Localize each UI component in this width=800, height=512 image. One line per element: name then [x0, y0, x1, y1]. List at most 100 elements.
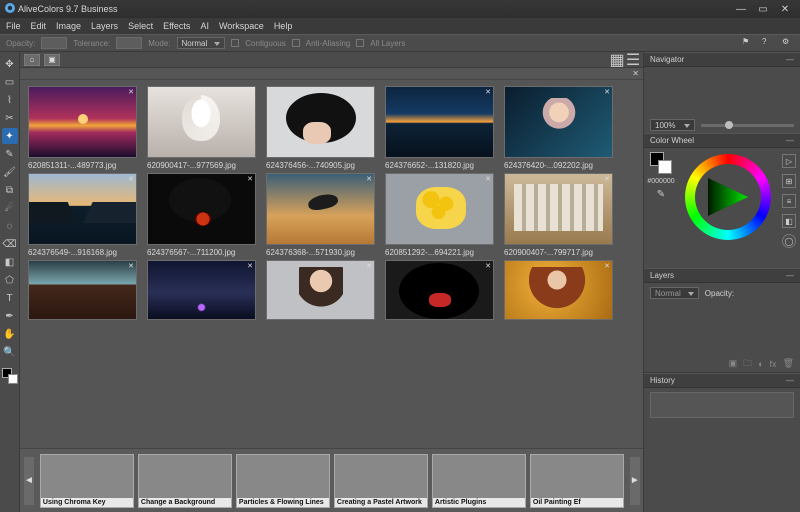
thumb-close-icon[interactable]: ✕ — [604, 175, 610, 183]
color-swatch[interactable] — [2, 368, 18, 384]
tolerance-field[interactable] — [116, 37, 142, 49]
history-header[interactable]: History— — [644, 373, 800, 388]
thumbnail[interactable]: ✕624376420-...092202.jpg — [504, 86, 613, 171]
thumbnail[interactable]: ✕624376549-...916168.jpg — [28, 173, 137, 258]
menu-file[interactable]: File — [6, 21, 21, 31]
tutorial-card[interactable]: Artistic Plugins — [432, 454, 526, 508]
cw-mode-2[interactable]: ⊞ — [782, 174, 796, 188]
cw-mode-1[interactable]: ▷ — [782, 154, 796, 168]
panel-collapse-icon[interactable]: — — [786, 376, 794, 385]
menu-layers[interactable]: Layers — [91, 21, 118, 31]
thumbnail[interactable]: ✕624376368-...571930.jpg — [266, 173, 375, 258]
cw-swatch[interactable] — [650, 152, 672, 174]
layer-folder-icon[interactable]: 🗀 — [743, 356, 752, 372]
thumbnail[interactable]: ✕624376456-...740905.jpg — [266, 86, 375, 171]
tool-selection[interactable]: ▭ — [2, 74, 18, 90]
zoom-dropdown[interactable]: 100% — [650, 119, 695, 131]
opacity-field[interactable] — [41, 37, 67, 49]
thumbnail[interactable]: ✕620851311-...489773.jpg — [28, 86, 137, 171]
tutorial-card[interactable]: Change a Background — [138, 454, 232, 508]
panel-collapse-icon[interactable]: — — [786, 271, 794, 280]
layer-mask-icon[interactable]: ◐ — [758, 359, 763, 369]
menu-ai[interactable]: AI — [200, 21, 209, 31]
blend-mode-dropdown[interactable]: Normal — [650, 287, 699, 299]
grid-view-icon[interactable]: ▦ — [611, 54, 623, 66]
tool-magic-wand[interactable]: ✦ — [2, 128, 18, 144]
menu-select[interactable]: Select — [128, 21, 153, 31]
thumbnail[interactable]: ✕620900407-...799717.jpg — [504, 173, 613, 258]
tool-pen[interactable]: ✒ — [2, 308, 18, 324]
strip-next-button[interactable]: ► — [630, 457, 640, 505]
tool-shape[interactable]: ⬠ — [2, 272, 18, 288]
tool-gradient[interactable]: ◧ — [2, 254, 18, 270]
thumb-close-icon[interactable]: ✕ — [604, 262, 610, 270]
thumbnail[interactable]: ✕624376652-...131820.jpg — [385, 86, 494, 171]
close-button[interactable]: ✕ — [774, 4, 796, 15]
tutorial-card[interactable]: Using Chroma Key — [40, 454, 134, 508]
thumb-close-icon[interactable]: ✕ — [366, 88, 372, 96]
layer-new-icon[interactable]: ▣ — [729, 358, 738, 369]
thumbnail[interactable]: ✕ — [28, 260, 137, 320]
thumb-close-icon[interactable]: ✕ — [128, 88, 134, 96]
tool-clone[interactable]: ⧉ — [2, 182, 18, 198]
thumb-close-icon[interactable]: ✕ — [247, 88, 253, 96]
thumb-close-icon[interactable]: ✕ — [247, 175, 253, 183]
menu-help[interactable]: Help — [274, 21, 293, 31]
menu-edit[interactable]: Edit — [31, 21, 47, 31]
thumbnail[interactable]: ✕ — [504, 260, 613, 320]
color-wheel[interactable] — [685, 154, 771, 240]
eyedropper-icon[interactable]: ✎ — [657, 189, 665, 200]
tool-text[interactable]: T — [2, 290, 18, 306]
antialias-checkbox[interactable] — [292, 39, 300, 47]
thumb-close-icon[interactable]: ✕ — [366, 262, 372, 270]
cw-mode-3[interactable]: ≡ — [782, 194, 796, 208]
layers-header[interactable]: Layers— — [644, 268, 800, 283]
layer-fx-icon[interactable]: fx — [770, 359, 777, 369]
tool-blur[interactable]: ◌ — [2, 218, 18, 234]
tutorial-card[interactable]: Oil Painting Ef — [530, 454, 624, 508]
tutorial-card[interactable]: Particles & Flowing Lines — [236, 454, 330, 508]
list-view-icon[interactable]: ☰ — [627, 54, 639, 66]
alllayers-checkbox[interactable] — [356, 39, 364, 47]
panel-collapse-icon[interactable]: — — [786, 55, 794, 64]
contiguous-checkbox[interactable] — [231, 39, 239, 47]
tool-zoom[interactable]: 🔍 — [2, 344, 18, 360]
thumbnail[interactable]: ✕620900417-...977569.jpg — [147, 86, 256, 171]
tab-new[interactable]: ▣ — [44, 54, 60, 66]
thumb-close-icon[interactable]: ✕ — [485, 262, 491, 270]
cw-background[interactable] — [658, 160, 672, 174]
tab-home[interactable]: ⌂ — [24, 54, 40, 66]
tool-eraser[interactable]: ⌫ — [2, 236, 18, 252]
menu-effects[interactable]: Effects — [163, 21, 190, 31]
tool-brush[interactable]: 🖌 — [2, 164, 18, 180]
thumb-close-icon[interactable]: ✕ — [128, 175, 134, 183]
cw-mode-4[interactable]: ◧ — [782, 214, 796, 228]
thumbnail[interactable]: ✕ — [266, 260, 375, 320]
thumb-close-icon[interactable]: ✕ — [604, 88, 610, 96]
panel-collapse-icon[interactable]: — — [786, 136, 794, 145]
thumb-close-icon[interactable]: ✕ — [128, 262, 134, 270]
settings-icon[interactable]: ⚙ — [782, 37, 794, 49]
cw-mode-5[interactable]: ◯ — [782, 234, 796, 248]
thumb-close-icon[interactable]: ✕ — [485, 88, 491, 96]
maximize-button[interactable]: ▭ — [752, 4, 774, 15]
thumbnail[interactable]: ✕620851292-...694221.jpg — [385, 173, 494, 258]
tool-hand[interactable]: ✋ — [2, 326, 18, 342]
tool-crop[interactable]: ✂ — [2, 110, 18, 126]
tutorial-card[interactable]: Creating a Pastel Artwork — [334, 454, 428, 508]
thumbnail[interactable]: ✕ — [147, 260, 256, 320]
navigator-header[interactable]: Navigator— — [644, 52, 800, 67]
tool-smudge[interactable]: ☄ — [2, 200, 18, 216]
thumb-close-icon[interactable]: ✕ — [485, 175, 491, 183]
tool-move[interactable]: ✥ — [2, 56, 18, 72]
close-icon[interactable]: ✕ — [632, 69, 639, 78]
thumb-close-icon[interactable]: ✕ — [366, 175, 372, 183]
zoom-slider[interactable] — [701, 124, 794, 127]
tool-eyedropper[interactable]: ✎ — [2, 146, 18, 162]
menu-workspace[interactable]: Workspace — [219, 21, 264, 31]
tool-lasso[interactable]: ⌇ — [2, 92, 18, 108]
colorwheel-header[interactable]: Color Wheel— — [644, 133, 800, 148]
thumbnail[interactable]: ✕ — [385, 260, 494, 320]
thumbnail[interactable]: ✕624376567-...711200.jpg — [147, 173, 256, 258]
strip-prev-button[interactable]: ◄ — [24, 457, 34, 505]
